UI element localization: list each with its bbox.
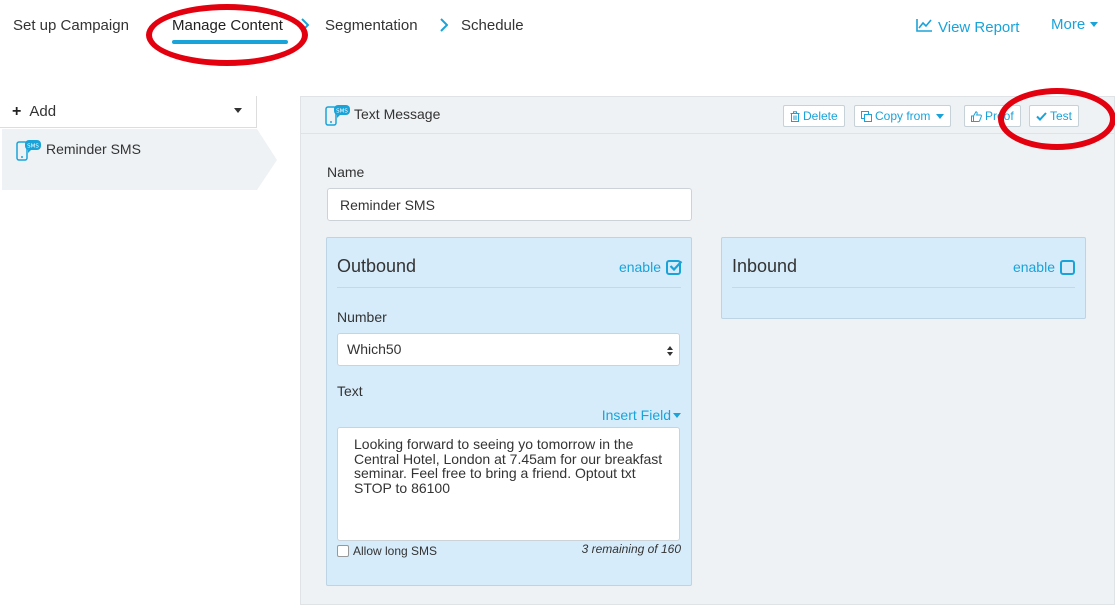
chevron-right-icon (301, 18, 311, 32)
number-select-value: Which50 (347, 341, 402, 357)
caret-down-icon (234, 108, 242, 113)
sidebar-item-reminder-sms[interactable]: SMS Reminder SMS (2, 129, 277, 190)
trash-icon (790, 110, 800, 122)
content-editor-panel: SMS Text Message Delete Copy from Proof (300, 96, 1115, 605)
number-select[interactable]: Which50 (337, 333, 680, 366)
divider (337, 287, 681, 288)
wizard-nav: Set up Campaign Manage Content Segmentat… (0, 0, 1115, 60)
more-label: More (1051, 16, 1086, 33)
more-menu[interactable]: More (1051, 16, 1099, 33)
inbound-enable-toggle[interactable]: enable (1013, 259, 1075, 275)
caret-down-icon (936, 113, 945, 119)
panel-title: Text Message (354, 106, 441, 122)
step-manage-content[interactable]: Manage Content (172, 17, 283, 34)
panel-header: SMS Text Message Delete Copy from Proof (301, 97, 1114, 134)
step-schedule[interactable]: Schedule (461, 17, 524, 34)
allow-long-sms-checkbox[interactable] (337, 545, 349, 557)
inbound-enable-label: enable (1012, 259, 1055, 275)
inbound-box: Inbound enable (721, 237, 1086, 319)
name-input[interactable] (327, 188, 692, 221)
proof-label: Proof (985, 109, 1014, 123)
view-report-link[interactable]: View Report (916, 18, 1019, 36)
proof-button[interactable]: Proof (964, 105, 1021, 127)
thumbs-up-icon (971, 110, 982, 122)
inbound-title: Inbound (732, 256, 798, 276)
copy-from-button[interactable]: Copy from (854, 105, 952, 127)
outbound-enable-toggle[interactable]: enable (618, 259, 683, 275)
chevron-right-icon (440, 18, 450, 32)
insert-field-menu[interactable]: Insert Field (602, 407, 681, 423)
divider (732, 287, 1075, 288)
number-label: Number (337, 309, 387, 325)
svg-text:SMS: SMS (27, 144, 39, 150)
delete-label: Delete (803, 109, 838, 123)
add-label: Add (29, 103, 57, 120)
characters-remaining: 3 remaining of 160 (581, 542, 681, 556)
checkbox-unchecked-icon[interactable] (1060, 259, 1075, 275)
test-button[interactable]: Test (1029, 105, 1080, 127)
select-arrows-icon (667, 344, 673, 356)
plus-icon: + (12, 102, 22, 120)
name-label: Name (327, 164, 365, 180)
checkmark-icon (1036, 111, 1047, 121)
caret-down-icon (1090, 22, 1099, 27)
sms-phone-icon: SMS (325, 104, 351, 129)
active-step-indicator (172, 40, 288, 44)
step-set-up-campaign[interactable]: Set up Campaign (13, 17, 129, 34)
outbound-box: Outbound enable Number Which50 Text Inse… (326, 237, 692, 586)
outbound-title: Outbound (337, 256, 417, 276)
test-label: Test (1050, 109, 1073, 123)
text-label: Text (337, 383, 363, 399)
content-sidebar: + Add SMS Reminder SMS (0, 96, 280, 605)
view-report-label: View Report (938, 18, 1020, 36)
copy-from-label: Copy from (875, 109, 931, 123)
allow-long-sms-option[interactable]: Allow long SMS (337, 544, 437, 558)
step-segmentation[interactable]: Segmentation (325, 17, 418, 34)
add-content-button[interactable]: + Add (0, 96, 257, 128)
sidebar-item-label: Reminder SMS (46, 141, 141, 157)
caret-down-icon (673, 412, 681, 418)
line-chart-icon (916, 18, 933, 36)
sms-phone-icon: SMS (16, 139, 42, 164)
svg-text:SMS: SMS (336, 109, 348, 115)
allow-long-sms-label: Allow long SMS (353, 544, 438, 558)
checkbox-checked-icon[interactable] (666, 259, 683, 275)
insert-field-label: Insert Field (601, 407, 671, 423)
outbound-enable-label: enable (618, 259, 661, 275)
sms-text-area[interactable]: Looking forward to seeing yo tomorrow in… (337, 427, 680, 541)
delete-button[interactable]: Delete (783, 105, 845, 127)
copy-icon (861, 110, 872, 122)
